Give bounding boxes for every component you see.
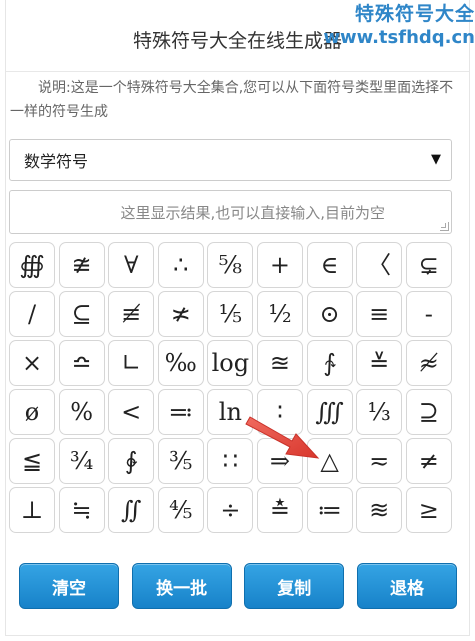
symbol-button[interactable]: ⊆: [58, 291, 105, 337]
symbol-grid: ∰ ≇ ∀ ∴ ⅝ + ∈ 〈 ⊊ ∕ ⊆ ≢ ≭ ⅕ ½ ⊙ ≡ - × ≏ …: [9, 242, 454, 533]
symbol-button[interactable]: ¾: [58, 438, 105, 484]
symbol-button[interactable]: ∭: [306, 389, 353, 435]
symbol-button[interactable]: 〈: [356, 242, 403, 288]
action-buttons: 清空 换一批 复制 退格: [19, 563, 457, 609]
symbol-button[interactable]: ∶: [256, 389, 303, 435]
symbol-button[interactable]: ∰: [9, 242, 55, 288]
symbol-button[interactable]: ≇: [58, 242, 105, 288]
symbol-button[interactable]: %: [58, 389, 105, 435]
symbol-button[interactable]: ∀: [108, 242, 155, 288]
symbol-button[interactable]: ½: [256, 291, 303, 337]
symbol-button[interactable]: ÷: [207, 487, 254, 533]
symbol-button[interactable]: ≦: [9, 438, 55, 484]
symbol-button[interactable]: ≡: [356, 291, 403, 337]
category-select[interactable]: 数学符号 ▼: [9, 139, 452, 181]
symbol-button[interactable]: <: [108, 389, 155, 435]
output-placeholder: 这里显示结果,也可以直接输入,目前为空: [120, 203, 385, 222]
symbol-button[interactable]: log: [207, 340, 254, 386]
symbol-button[interactable]: ⅕: [207, 291, 254, 337]
symbol-button[interactable]: ∟: [108, 340, 155, 386]
symbol-button[interactable]: ≭: [157, 291, 204, 337]
symbol-button[interactable]: ≏: [58, 340, 105, 386]
symbol-button[interactable]: ≕: [157, 389, 204, 435]
symbol-button[interactable]: ln: [207, 389, 254, 435]
symbol-button[interactable]: ≠: [405, 438, 452, 484]
symbol-button[interactable]: ≋: [356, 487, 403, 533]
symbol-button[interactable]: ∲: [108, 438, 155, 484]
backspace-button[interactable]: 退格: [356, 563, 457, 609]
description: 说明:这是一个特殊符号大全集合,您可以从下面符号类型里面选择不一样的符号生成: [10, 80, 454, 120]
refresh-button[interactable]: 换一批: [131, 563, 232, 609]
symbol-button[interactable]: ⊙: [306, 291, 353, 337]
copy-button[interactable]: 复制: [244, 563, 345, 609]
symbol-button[interactable]: ≔: [306, 487, 353, 533]
caret-down-icon: ▼: [431, 152, 441, 167]
symbol-button[interactable]: ∬: [108, 487, 155, 533]
symbol-button[interactable]: ≥: [405, 487, 452, 533]
symbol-button[interactable]: ≛: [256, 487, 303, 533]
symbol-button[interactable]: ≚: [356, 340, 403, 386]
output-textarea[interactable]: 这里显示结果,也可以直接输入,目前为空: [9, 190, 452, 234]
symbol-button[interactable]: ⅘: [157, 487, 204, 533]
symbol-button[interactable]: ≒: [58, 487, 105, 533]
watermark-url: www.tsfhdq.cn: [323, 27, 475, 48]
symbol-button[interactable]: ⅓: [356, 389, 403, 435]
symbol-button[interactable]: ø: [9, 389, 55, 435]
symbol-button[interactable]: ⇒: [256, 438, 303, 484]
category-select-value: 数学符号: [24, 152, 89, 171]
symbol-button[interactable]: ⊊: [405, 242, 452, 288]
symbol-button[interactable]: -: [405, 291, 452, 337]
symbol-button[interactable]: ‰: [157, 340, 204, 386]
site-watermark: 特殊符号大全 www.tsfhdq.cn: [323, 2, 475, 50]
watermark-text: 特殊符号大全: [354, 3, 475, 25]
resize-grip-icon[interactable]: [440, 222, 449, 231]
symbol-button[interactable]: ×: [9, 340, 55, 386]
symbol-button[interactable]: ⅗: [157, 438, 204, 484]
symbol-button[interactable]: ∱: [306, 340, 353, 386]
symbol-button[interactable]: ⊇: [405, 389, 452, 435]
symbol-button[interactable]: ≊: [256, 340, 303, 386]
symbol-button[interactable]: ≉: [405, 340, 452, 386]
symbol-button[interactable]: ≂: [356, 438, 403, 484]
symbol-button[interactable]: △: [306, 438, 353, 484]
symbol-button[interactable]: ⅝: [207, 242, 254, 288]
symbol-button[interactable]: ∕: [9, 291, 55, 337]
clear-button[interactable]: 清空: [19, 563, 119, 609]
symbol-button[interactable]: +: [256, 242, 303, 288]
symbol-button[interactable]: ∷: [207, 438, 254, 484]
symbol-button[interactable]: ∈: [306, 242, 353, 288]
symbol-button[interactable]: ⊥: [9, 487, 55, 533]
symbol-button[interactable]: ∴: [157, 242, 204, 288]
symbol-button[interactable]: ≢: [108, 291, 155, 337]
